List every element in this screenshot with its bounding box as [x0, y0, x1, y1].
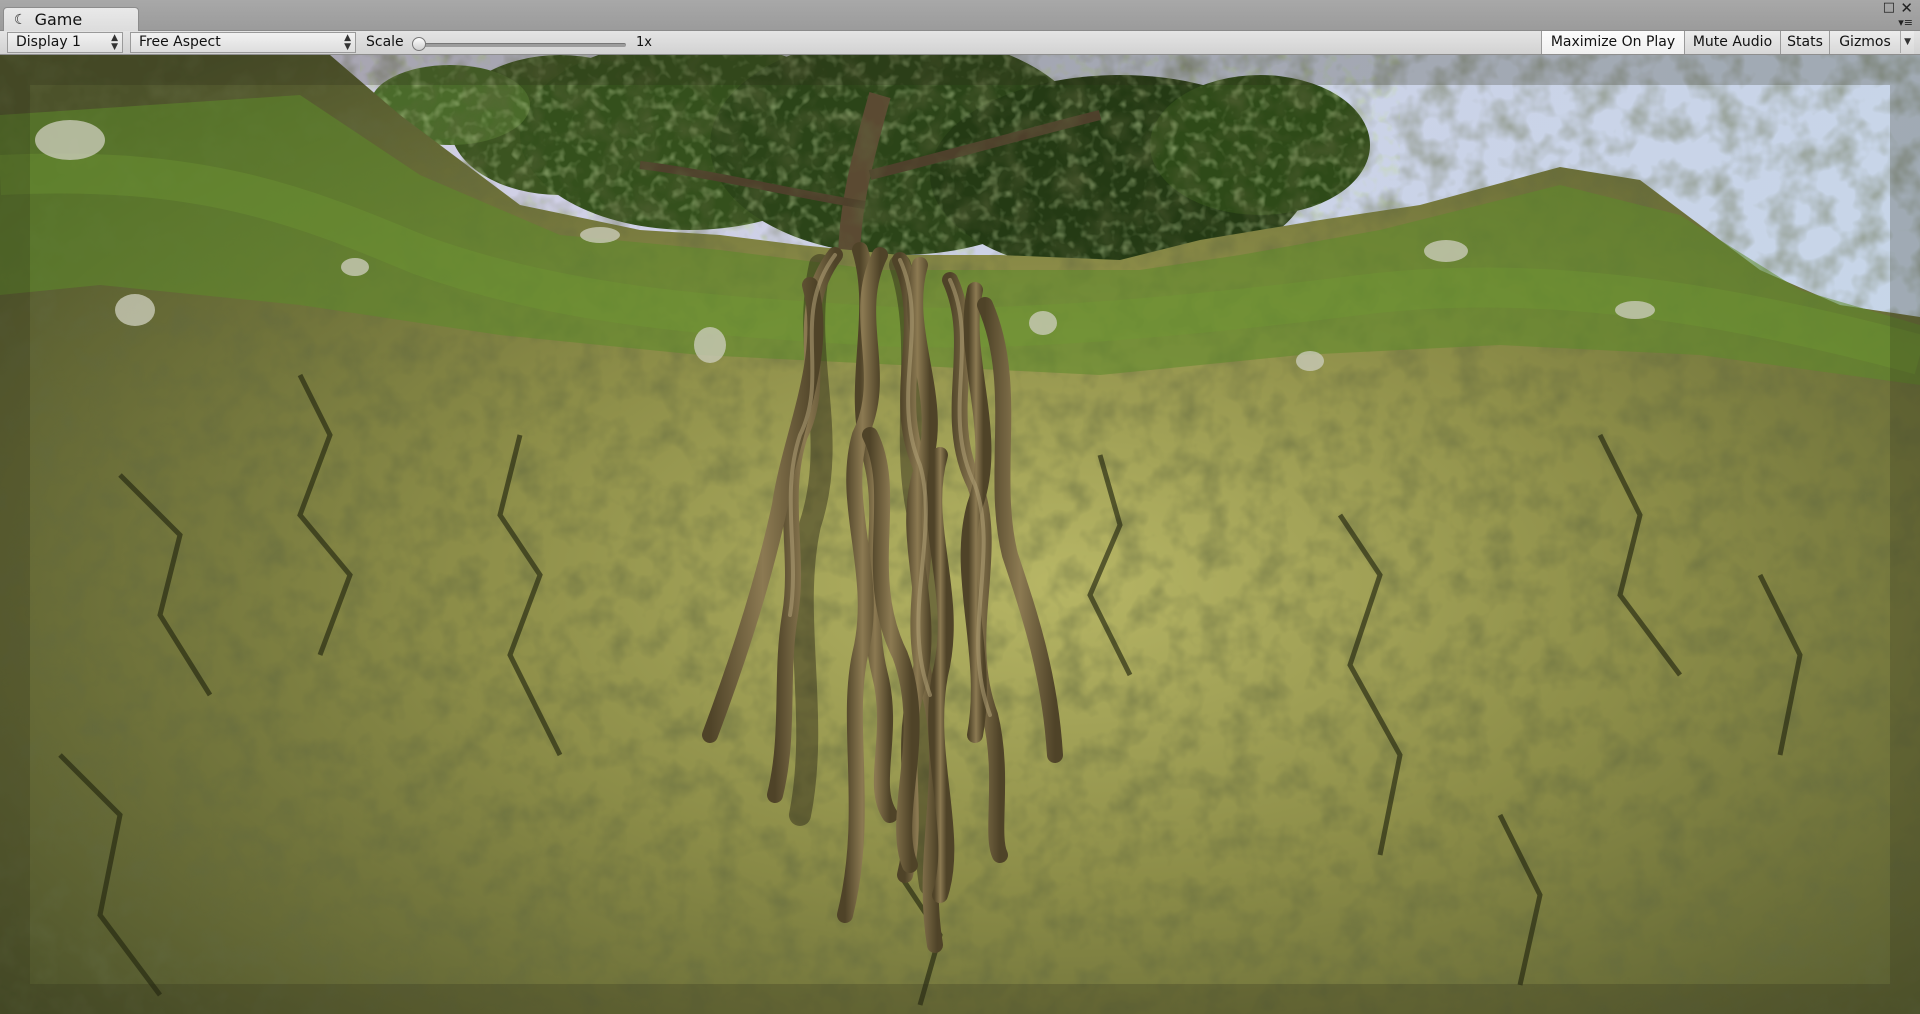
scale-slider-track[interactable]: [418, 43, 626, 47]
dropdown-arrows-icon: ▲ ▼: [344, 33, 351, 52]
scale-slider-thumb[interactable]: [412, 37, 426, 51]
gizmos-button[interactable]: Gizmos ▼: [1829, 31, 1914, 54]
tab-game-label: Game: [34, 10, 83, 29]
game-render-scene: [0, 55, 1920, 1014]
scale-label: Scale: [366, 34, 404, 50]
aspect-dropdown-value: Free Aspect: [139, 34, 221, 50]
display-dropdown[interactable]: Display 1 ▲ ▼: [7, 32, 123, 53]
maximize-on-play-toggle[interactable]: Maximize On Play: [1541, 31, 1684, 54]
stats-toggle[interactable]: Stats: [1780, 31, 1829, 54]
close-window-icon[interactable]: ✕: [1900, 1, 1913, 16]
context-menu-icon[interactable]: ▾≡: [1898, 17, 1913, 29]
game-viewport[interactable]: [0, 55, 1920, 1014]
game-view-toolbar: Display 1 ▲ ▼ Free Aspect ▲ ▼ Scale 1x Max…: [0, 31, 1920, 55]
gizmos-label: Gizmos: [1839, 34, 1891, 50]
scale-value: 1x: [636, 35, 652, 50]
unity-game-icon: ☾: [14, 11, 27, 28]
gizmos-dropdown-arrow-icon[interactable]: ▼: [1900, 31, 1911, 53]
mute-audio-toggle[interactable]: Mute Audio: [1684, 31, 1780, 54]
tab-game[interactable]: ☾ Game: [3, 7, 139, 31]
display-dropdown-value: Display 1: [16, 34, 81, 50]
dropdown-arrows-icon: ▲ ▼: [111, 33, 118, 52]
maximize-window-icon[interactable]: □: [1883, 1, 1895, 14]
aspect-dropdown[interactable]: Free Aspect ▲ ▼: [130, 32, 356, 53]
window-tab-strip: ☾ Game □ ✕ ▾≡: [0, 0, 1920, 31]
